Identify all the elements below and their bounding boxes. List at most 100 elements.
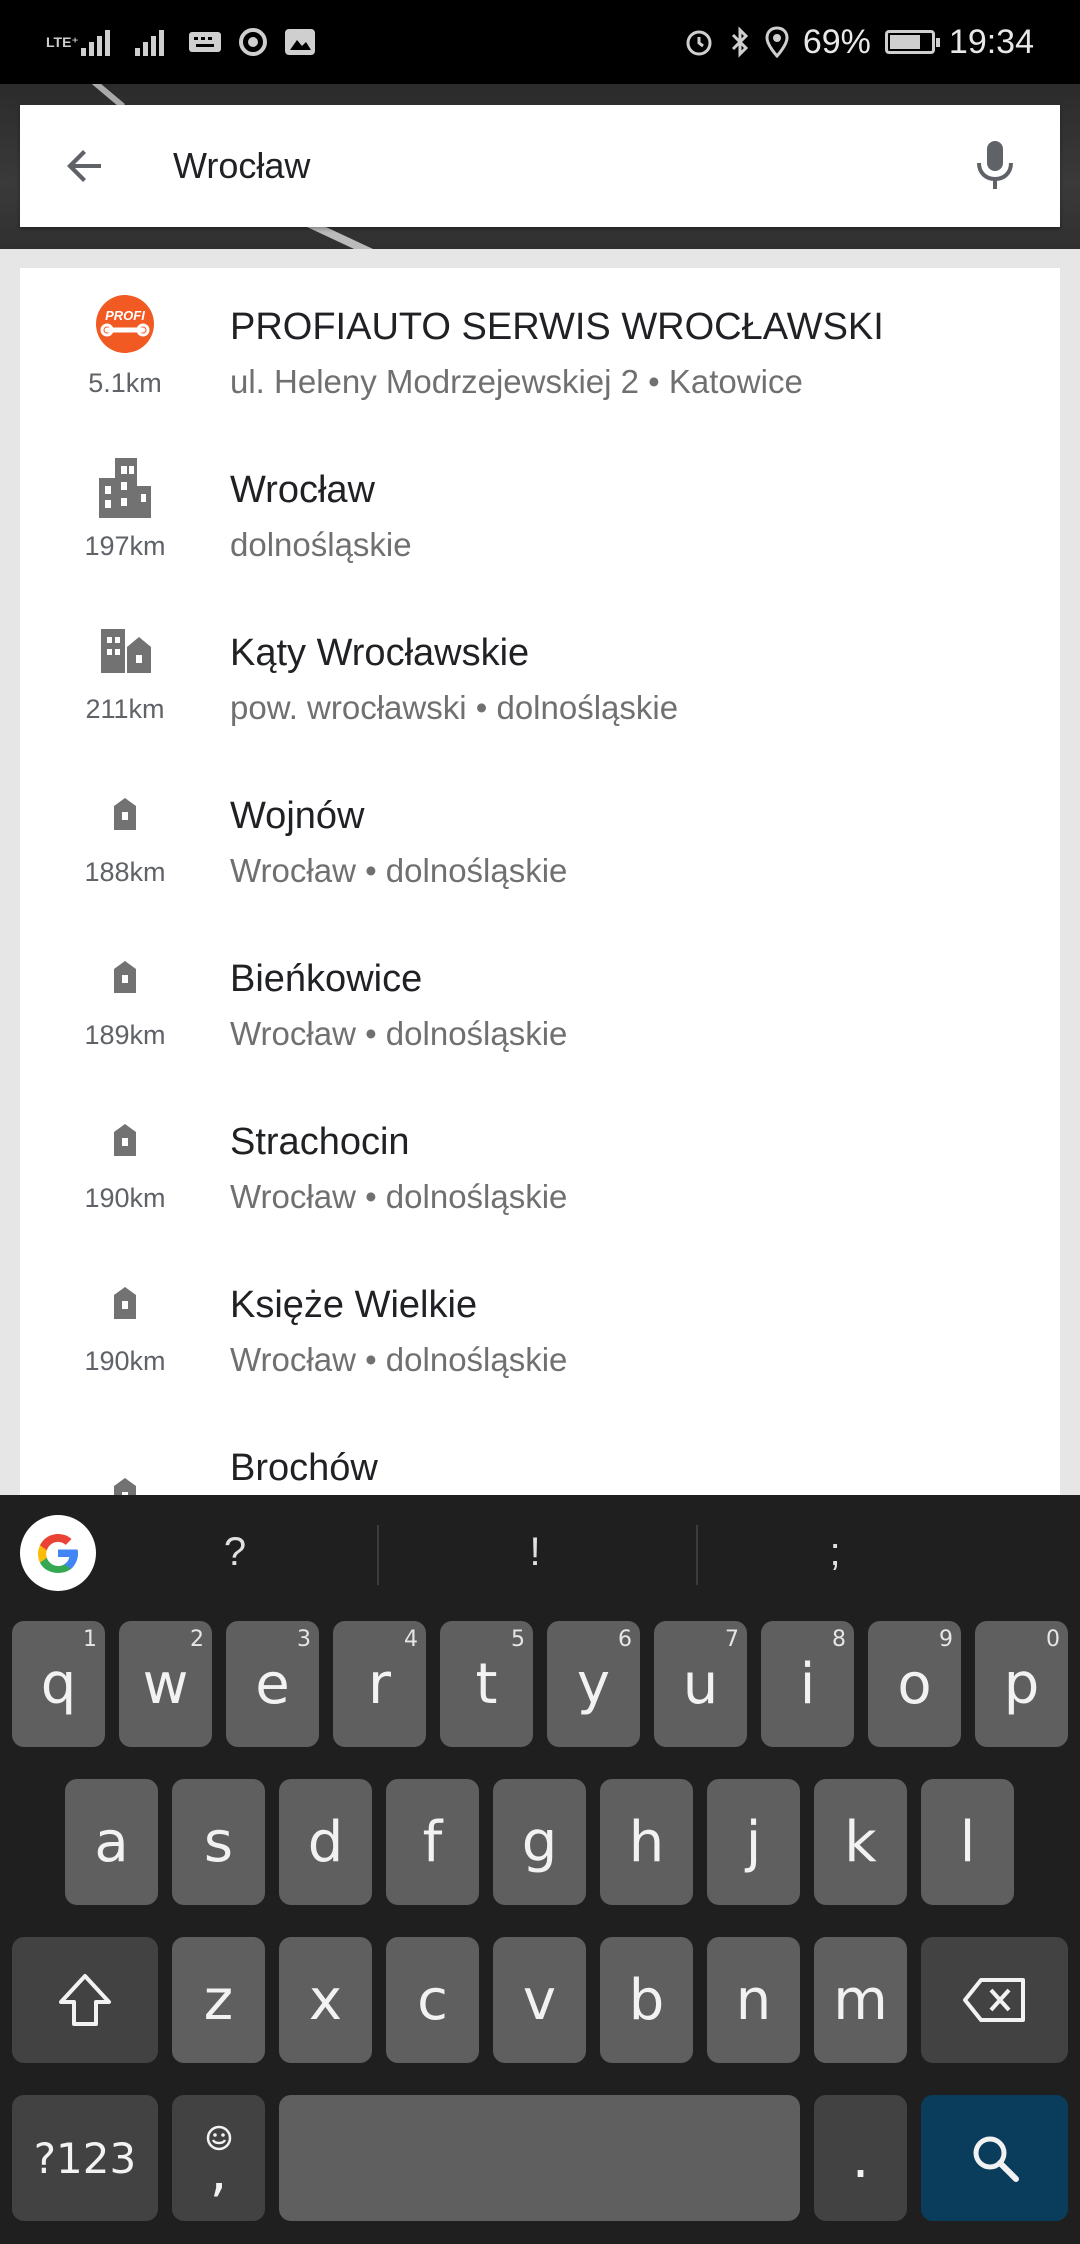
list-item[interactable]: 197km Wrocław dolnośląskie <box>20 431 1060 594</box>
suggestion-2[interactable]: ! <box>430 1517 640 1587</box>
key-y[interactable]: y6 <box>547 1621 640 1747</box>
key-s[interactable]: s <box>172 1779 265 1905</box>
symbols-key[interactable]: ?123 <box>12 2095 158 2221</box>
results-panel: PROFI 5.1km PROFIAUTO SERWIS WROCŁAWSKI … <box>0 249 1080 1495</box>
key-h[interactable]: h <box>600 1779 693 1905</box>
profi-logo-text: PROFI <box>105 308 145 323</box>
network-label: LTE⁺ <box>46 34 79 50</box>
shift-key[interactable] <box>12 1937 158 2063</box>
result-subtitle: pow. wrocławski • dolnośląskie <box>230 689 679 726</box>
key-v[interactable]: v <box>493 1937 586 2063</box>
key-l[interactable]: l <box>921 1779 1014 1905</box>
location-icon <box>765 26 789 58</box>
key-q[interactable]: q1 <box>12 1621 105 1747</box>
result-title: Wrocław <box>230 469 375 511</box>
suggestion-3[interactable]: ; <box>730 1517 940 1587</box>
key-p[interactable]: p0 <box>975 1621 1068 1747</box>
key-x[interactable]: x <box>279 1937 372 2063</box>
back-button[interactable] <box>50 131 120 201</box>
building-icon <box>93 1461 157 1495</box>
battery-fill <box>889 35 920 49</box>
status-left: LTE⁺ <box>46 26 317 58</box>
result-subtitle: Wrocław • dolnośląskie <box>230 1015 568 1052</box>
clock: 19:34 <box>948 22 1034 61</box>
distance-label: 211km <box>85 694 165 724</box>
status-right: 69% 19:34 <box>683 23 1034 62</box>
key-k[interactable]: k <box>814 1779 907 1905</box>
list-item[interactable]: 188km Wojnów Wrocław • dolnośląskie <box>20 757 1060 920</box>
distance-label: 190km <box>84 1346 166 1376</box>
list-item[interactable]: Brochów <box>20 1409 1060 1495</box>
list-item[interactable]: 190km Strachocin Wrocław • dolnośląskie <box>20 1083 1060 1246</box>
key-w[interactable]: w2 <box>119 1621 212 1747</box>
key-t[interactable]: t5 <box>440 1621 533 1747</box>
suggestion-divider <box>696 1525 698 1585</box>
period-key[interactable]: . <box>814 2095 907 2221</box>
result-title: Kąty Wrocławskie <box>230 632 530 674</box>
comma-label: , <box>209 2139 228 2204</box>
voice-search-button[interactable] <box>960 131 1030 201</box>
key-a[interactable]: a <box>65 1779 158 1905</box>
key-o[interactable]: o9 <box>868 1621 961 1747</box>
search-action-key[interactable] <box>921 2095 1068 2221</box>
result-subtitle: Wrocław • dolnośląskie <box>230 1341 568 1378</box>
key-g[interactable]: g <box>493 1779 586 1905</box>
result-title: Brochów <box>230 1447 378 1489</box>
key-j[interactable]: j <box>707 1779 800 1905</box>
list-item[interactable]: 211km Kąty Wrocławskie pow. wrocławski •… <box>20 594 1060 757</box>
arrow-left-icon <box>67 150 101 182</box>
key-z[interactable]: z <box>172 1937 265 2063</box>
list-item[interactable]: PROFI 5.1km PROFIAUTO SERWIS WROCŁAWSKI … <box>20 268 1060 431</box>
key-d[interactable]: d <box>279 1779 372 1905</box>
key-n[interactable]: n <box>707 1937 800 2063</box>
city-icon <box>93 455 157 519</box>
search-bar: Wrocław <box>20 105 1060 227</box>
building-icon <box>93 1107 157 1171</box>
key-e[interactable]: e3 <box>226 1621 319 1747</box>
list-item[interactable]: 190km Księże Wielkie Wrocław • dolnośląs… <box>20 1246 1060 1409</box>
distance-label: 5.1km <box>88 368 162 398</box>
building-icon <box>93 781 157 845</box>
search-icon <box>973 2136 1019 2182</box>
key-u[interactable]: u7 <box>654 1621 747 1747</box>
backspace-icon <box>962 1978 1025 2022</box>
suggestion-divider <box>377 1525 379 1585</box>
signal-icon <box>133 26 173 58</box>
suggestion-1[interactable]: ? <box>130 1517 340 1587</box>
battery-icon <box>884 30 940 54</box>
result-title: Księże Wielkie <box>230 1284 478 1326</box>
result-title: Bieńkowice <box>230 958 423 1000</box>
key-r[interactable]: r4 <box>333 1621 426 1747</box>
space-key[interactable] <box>279 2095 800 2221</box>
google-g-icon <box>38 1534 78 1573</box>
list-item[interactable]: 189km Bieńkowice Wrocław • dolnośląskie <box>20 920 1060 1083</box>
key-i[interactable]: i8 <box>761 1621 854 1747</box>
distance-label: 190km <box>84 1183 166 1213</box>
shift-icon <box>59 1974 111 2026</box>
profi-logo-icon: PROFI <box>93 292 157 356</box>
suggestion-strip: ? ! ; <box>0 1495 1080 1607</box>
battery-percent: 69% <box>802 22 871 61</box>
search-input[interactable]: Wrocław <box>173 145 960 187</box>
result-subtitle: Wrocław • dolnośląskie <box>230 852 568 889</box>
town-icon <box>93 618 157 682</box>
results-list: PROFI 5.1km PROFIAUTO SERWIS WROCŁAWSKI … <box>20 268 1060 1495</box>
backspace-key[interactable] <box>921 1937 1068 2063</box>
app-notification-icon <box>237 26 269 58</box>
distance-label: 197km <box>84 531 166 561</box>
google-logo-button[interactable] <box>20 1515 96 1591</box>
alarm-icon <box>683 26 715 58</box>
result-title: PROFIAUTO SERWIS WROCŁAWSKI <box>230 306 884 348</box>
result-title: Wojnów <box>230 795 365 837</box>
key-b[interactable]: b <box>600 1937 693 2063</box>
emoji-comma-key[interactable]: , <box>172 2095 265 2221</box>
key-m[interactable]: m <box>814 1937 907 2063</box>
image-notification-icon <box>283 26 317 58</box>
key-f[interactable]: f <box>386 1779 479 1905</box>
keyboard: ? ! ; q1 w2 e3 r4 t5 y6 u7 i8 o9 p0 a s … <box>0 1495 1080 2244</box>
bluetooth-icon <box>729 26 751 58</box>
key-c[interactable]: c <box>386 1937 479 2063</box>
keyboard-notification-icon <box>187 28 223 56</box>
distance-label: 188km <box>84 857 166 887</box>
distance-label: 189km <box>84 1020 166 1050</box>
